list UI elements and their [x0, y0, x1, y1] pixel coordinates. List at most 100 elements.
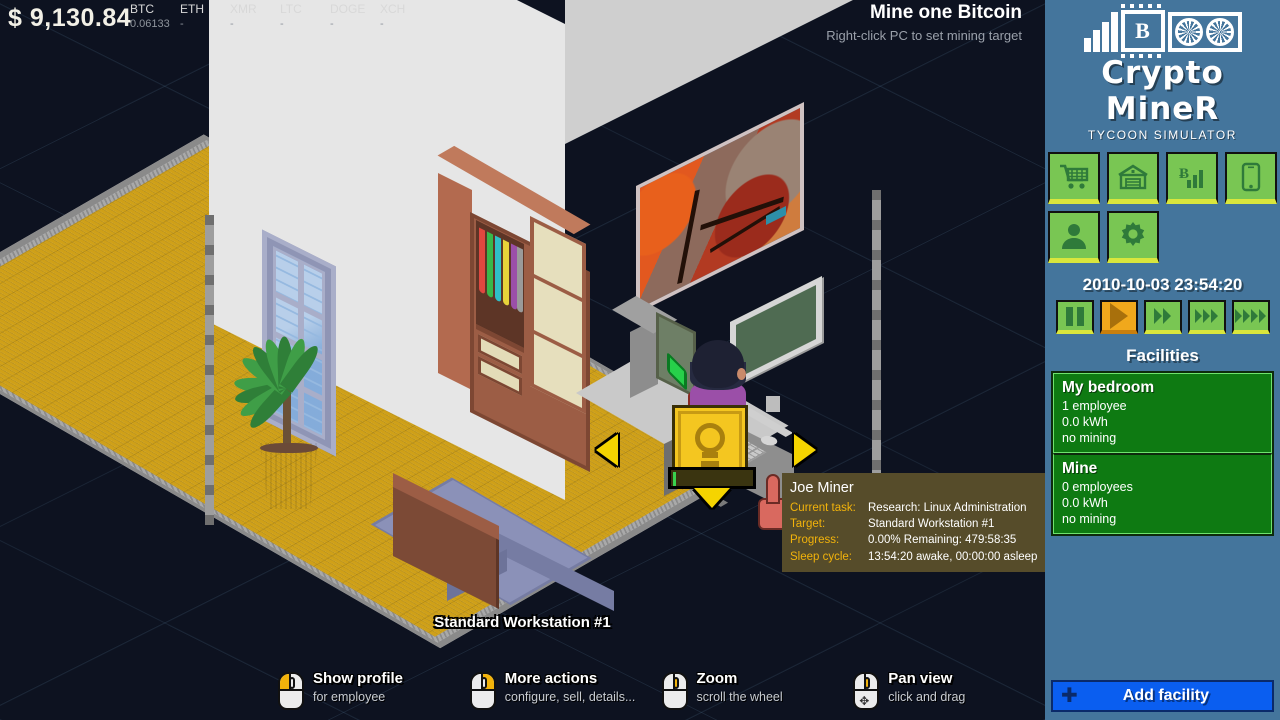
ticker-symbol: DOGE	[330, 2, 366, 16]
ticker-value: -	[230, 18, 234, 30]
logo-icon-row: B	[1045, 4, 1280, 58]
facility-power: 0.0 kWh	[1062, 496, 1108, 510]
phone-icon	[1241, 162, 1261, 191]
mouse-scroll-wheel-icon	[661, 672, 688, 710]
ticker-value: -	[380, 18, 384, 30]
tooltip-key: Target:	[790, 517, 826, 530]
control-hints-bar: Show profile for employee More actions c…	[0, 670, 1045, 710]
facility-item[interactable]: My bedroom 1 employee 0.0 kWh no mining	[1053, 373, 1272, 453]
facility-item[interactable]: Mine 0 employees 0.0 kWh no mining	[1053, 453, 1272, 534]
ticker-value: -	[280, 18, 284, 30]
logo-subtitle: TYCOON SIMULATOR	[1087, 128, 1238, 142]
facility-employees: 1 employee	[1062, 399, 1127, 413]
tooltip-value: Research: Linux Administration	[868, 501, 1027, 514]
ticker-item[interactable]: XMR -	[230, 2, 280, 30]
game-logo: B Crypto MineR TYCOON SIMULATOR	[1045, 0, 1280, 142]
sidebar-nav-grid: Ƀ	[1045, 142, 1280, 263]
ticker-item[interactable]: XCH -	[380, 2, 430, 30]
warehouse-icon	[1118, 163, 1148, 189]
ticker-symbol: LTC	[280, 2, 302, 16]
facility-power: 0.0 kWh	[1062, 415, 1108, 429]
nav-button-facilities[interactable]	[1107, 152, 1159, 204]
nav-button-market[interactable]: Ƀ	[1166, 152, 1218, 204]
logo-chip-letter: B	[1135, 18, 1150, 43]
ticker-symbol: ETH	[180, 2, 204, 16]
hint-title: Zoom	[696, 670, 738, 687]
plus-icon: ✚	[1061, 685, 1078, 707]
speed-controls	[1045, 300, 1280, 334]
hint-subtitle: for employee	[313, 690, 386, 704]
employee-hair	[692, 340, 744, 388]
ticker-item[interactable]: ETH -	[180, 2, 230, 30]
ticker-value: 0.06133	[130, 18, 170, 30]
hint-subtitle: click and drag	[888, 690, 966, 704]
nav-button-employees[interactable]	[1048, 211, 1100, 263]
mission-banner: Mine one Bitcoin Right-click PC to set m…	[826, 2, 1022, 43]
mouse-wheel-drag-icon: ✥	[853, 672, 880, 710]
mission-subtitle: Right-click PC to set mining target	[826, 28, 1022, 43]
logo-title: Crypto MineR	[1101, 55, 1224, 127]
employee-progress-fill	[673, 472, 676, 486]
ticker-item[interactable]: BTC 0.06133	[130, 2, 180, 30]
workstation-label: Standard Workstation #1	[434, 614, 611, 631]
bed	[374, 473, 623, 615]
logo-cpu-chip-icon: B	[1120, 4, 1165, 58]
tooltip-key: Current task:	[790, 501, 856, 514]
isometric-room-scene[interactable]: Standard Workstation #1	[0, 0, 1045, 720]
tooltip-value: 13:54:20 awake, 00:00:00 asleep	[868, 550, 1038, 563]
nav-button-phone[interactable]	[1225, 152, 1277, 204]
tooltip-key: Progress:	[790, 534, 840, 547]
person-icon	[1062, 223, 1086, 249]
hint-zoom: Zoom scroll the wheel	[661, 670, 854, 710]
hint-subtitle: configure, sell, details...	[504, 690, 636, 704]
add-facility-button[interactable]: ✚ Add facility	[1051, 680, 1274, 712]
bitcoin-chart-icon: Ƀ	[1179, 166, 1203, 188]
wall-painting	[636, 101, 804, 314]
selection-arrow-down-icon	[694, 488, 730, 508]
ticker-value: -	[330, 18, 334, 30]
tooltip-employee-name: Joe Miner	[790, 480, 854, 496]
facilities-heading: Facilities	[1126, 346, 1199, 365]
hint-more-actions: More actions configure, sell, details...	[469, 670, 662, 710]
ticker-item[interactable]: DOGE -	[330, 2, 380, 30]
wardrobe	[437, 145, 591, 473]
tooltip-value: 0.00% Remaining: 479:58:35	[868, 534, 1017, 547]
facility-mining: no mining	[1062, 512, 1117, 526]
hint-pan-view: ✥ Pan view click and drag	[853, 670, 1045, 710]
hint-title: Pan view	[888, 670, 953, 687]
money-balance: $ 9,130.84	[8, 4, 132, 32]
shop-cart-icon	[1060, 164, 1089, 189]
selection-arrow-right-icon	[794, 434, 816, 466]
power-led-icon	[667, 351, 687, 392]
facilities-list: My bedroom 1 employee 0.0 kWh no mining …	[1051, 371, 1274, 536]
tooltip-key: Sleep cycle:	[790, 550, 853, 563]
wardrobe-side	[438, 172, 472, 390]
hint-show-profile: Show profile for employee	[278, 670, 470, 710]
nav-button-shop[interactable]	[1048, 152, 1100, 204]
speed-button-4x[interactable]	[1231, 300, 1270, 334]
wall-right-edge	[872, 190, 881, 500]
employee-progress-bar	[668, 467, 756, 489]
facility-employees: 0 employees	[1062, 480, 1133, 494]
drag-arrows-icon: ✥	[859, 694, 870, 708]
speed-button-3x[interactable]	[1187, 300, 1226, 334]
employee-ear	[737, 368, 746, 380]
facility-name: My bedroom	[1062, 379, 1155, 396]
tooltip-row: Sleep cycle: 13:54:20 awake, 00:00:00 as…	[790, 549, 1059, 565]
speed-button-2x[interactable]	[1143, 300, 1182, 334]
gear-icon	[1121, 221, 1145, 246]
game-clock: 2010-10-03 23:54:20	[1082, 275, 1243, 294]
right-sidebar: B Crypto MineR TYCOON SIMULATOR Ƀ 2010-1…	[1045, 0, 1280, 720]
logo-gpu-icon	[1167, 12, 1242, 52]
crypto-ticker-bar: BTC 0.06133 ETH - XMR - LTC - DOGE - XCH…	[130, 2, 430, 30]
potted-palm-plant	[233, 325, 336, 515]
speed-button-pause[interactable]	[1055, 300, 1094, 334]
mouse-right-click-icon	[469, 672, 496, 710]
ticker-item[interactable]: LTC -	[280, 2, 330, 30]
nav-button-settings[interactable]	[1107, 211, 1159, 263]
logo-bars-icon	[1083, 12, 1118, 52]
speed-button-play[interactable]	[1099, 300, 1138, 334]
add-facility-label: Add facility	[1122, 687, 1209, 704]
hint-subtitle: scroll the wheel	[696, 690, 783, 704]
svg-text:Ƀ: Ƀ	[1179, 166, 1189, 182]
